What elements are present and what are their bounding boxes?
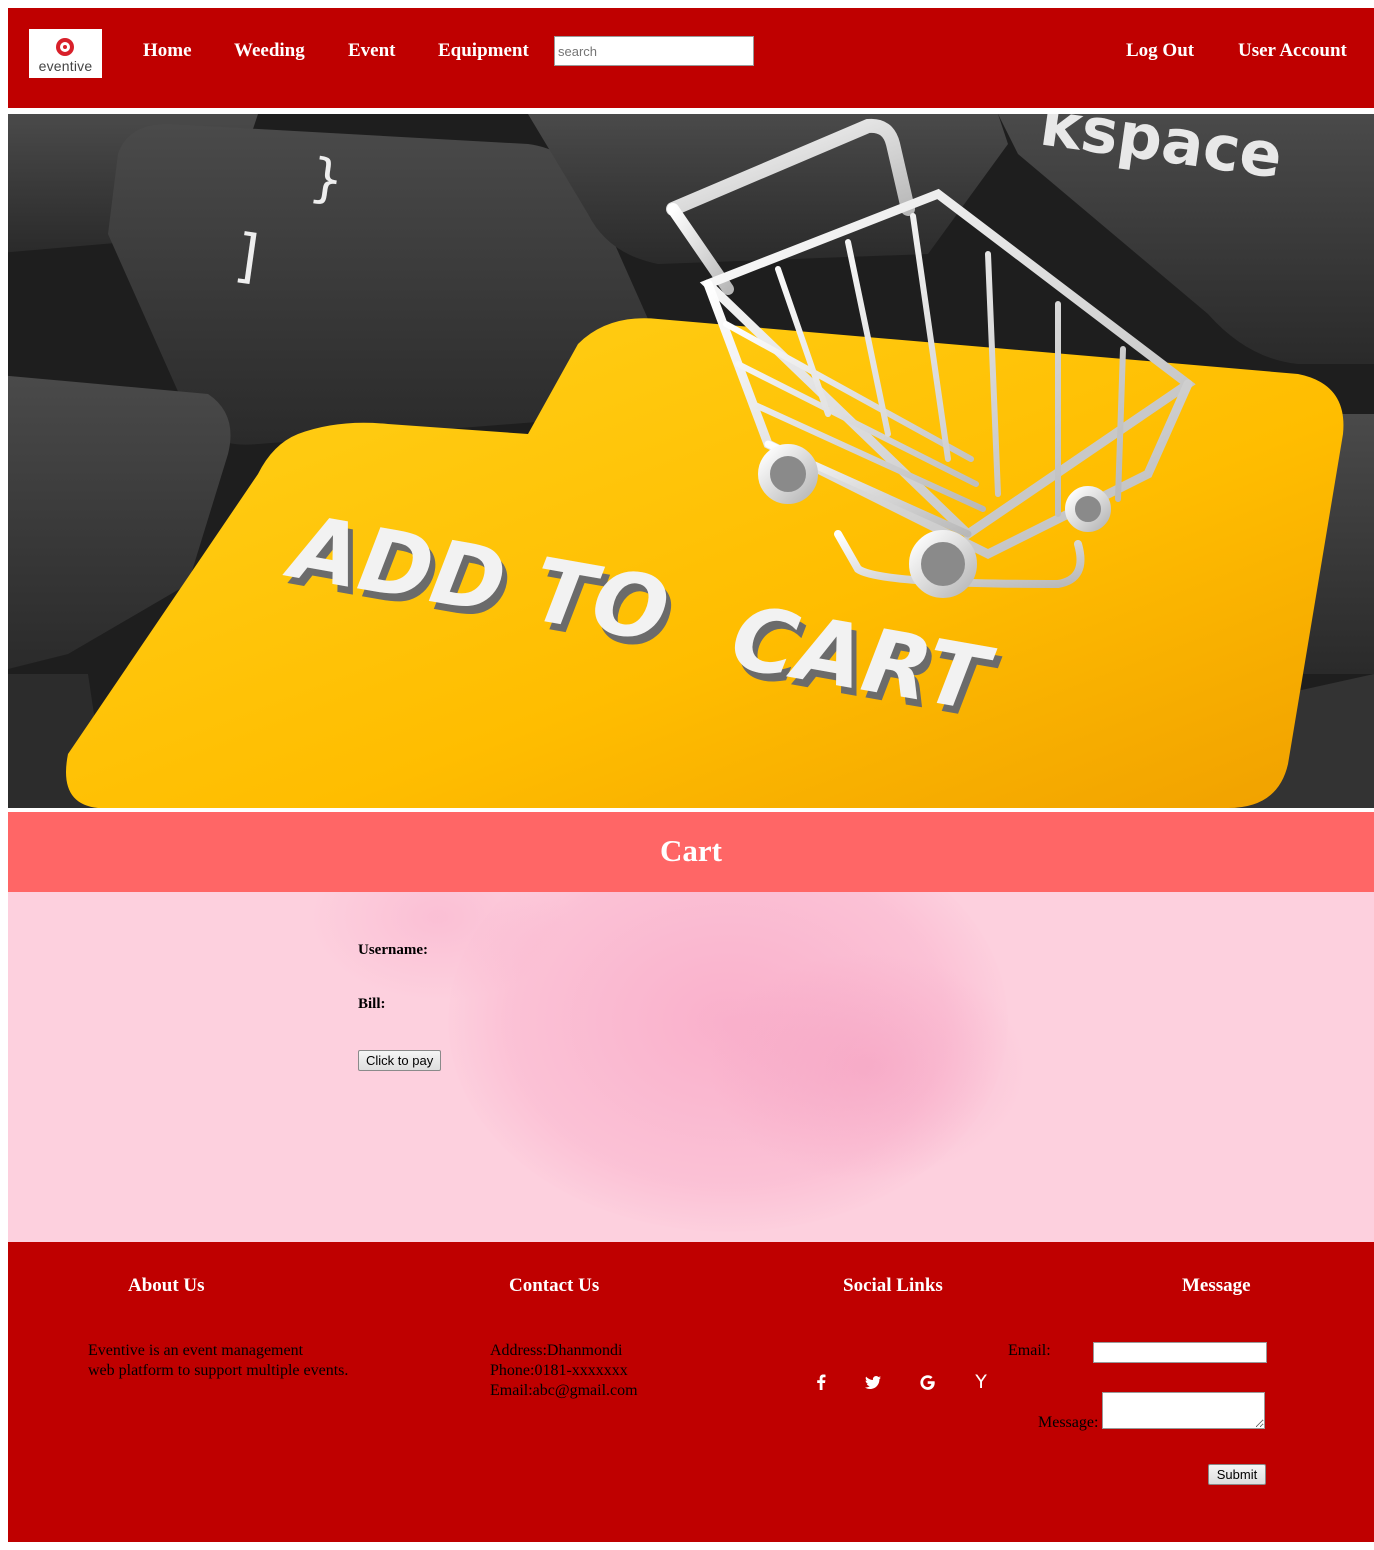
footer-message-textarea[interactable] bbox=[1102, 1392, 1265, 1429]
twitter-icon[interactable] bbox=[863, 1372, 883, 1392]
swirl-logo-icon bbox=[56, 38, 74, 56]
submit-button[interactable]: Submit bbox=[1208, 1464, 1266, 1485]
nav-wedding[interactable]: Weeding bbox=[234, 40, 305, 62]
site-footer: About Us Contact Us Social Links Message… bbox=[8, 1242, 1374, 1542]
about-text-line-1: Eventive is an event management bbox=[88, 1342, 304, 1359]
hero-banner-image: } ] kspace ADD TO ADD TO CART CART bbox=[8, 114, 1374, 808]
bill-label: Bill: bbox=[358, 996, 386, 1012]
top-navbar: eventive Home Weeding Event Equipment Lo… bbox=[8, 8, 1374, 108]
search-input[interactable] bbox=[554, 36, 754, 66]
contact-us-heading: Contact Us bbox=[509, 1275, 600, 1296]
hackernews-icon[interactable]: Y bbox=[971, 1371, 991, 1393]
contact-phone: Phone:0181-xxxxxxx bbox=[490, 1362, 628, 1379]
nav-logout[interactable]: Log Out bbox=[1126, 40, 1194, 62]
background-flower-shape bbox=[708, 952, 1028, 1182]
google-icon[interactable] bbox=[917, 1372, 937, 1392]
click-to-pay-button[interactable]: Click to pay bbox=[358, 1050, 442, 1071]
footer-email-label: Email: bbox=[1008, 1342, 1051, 1359]
about-text-line-2: web platform to support multiple events. bbox=[88, 1362, 349, 1379]
social-links-heading: Social Links bbox=[843, 1275, 943, 1296]
cart-title: Cart bbox=[660, 833, 722, 868]
nav-equipment[interactable]: Equipment bbox=[438, 40, 529, 62]
facebook-icon[interactable] bbox=[811, 1372, 831, 1392]
logo-wordmark: eventive bbox=[38, 58, 93, 74]
add-to-cart-keyboard-illustration: } ] kspace ADD TO ADD TO CART CART bbox=[8, 114, 1374, 808]
cart-header-bar: Cart bbox=[8, 812, 1374, 892]
eventive-logo[interactable]: eventive bbox=[29, 29, 102, 78]
footer-email-input[interactable] bbox=[1093, 1342, 1267, 1363]
message-heading: Message bbox=[1182, 1275, 1251, 1296]
about-us-heading: About Us bbox=[128, 1275, 205, 1296]
footer-message-label: Message: bbox=[1038, 1414, 1099, 1431]
contact-email: Email:abc@gmail.com bbox=[490, 1382, 638, 1399]
nav-event[interactable]: Event bbox=[348, 40, 396, 62]
nav-home[interactable]: Home bbox=[143, 40, 192, 62]
nav-user-account[interactable]: User Account bbox=[1238, 40, 1347, 62]
cart-panel: Username: Bill: Click to pay bbox=[8, 892, 1374, 1242]
username-label: Username: bbox=[358, 942, 428, 958]
contact-address: Address:Dhanmondi bbox=[490, 1342, 623, 1359]
